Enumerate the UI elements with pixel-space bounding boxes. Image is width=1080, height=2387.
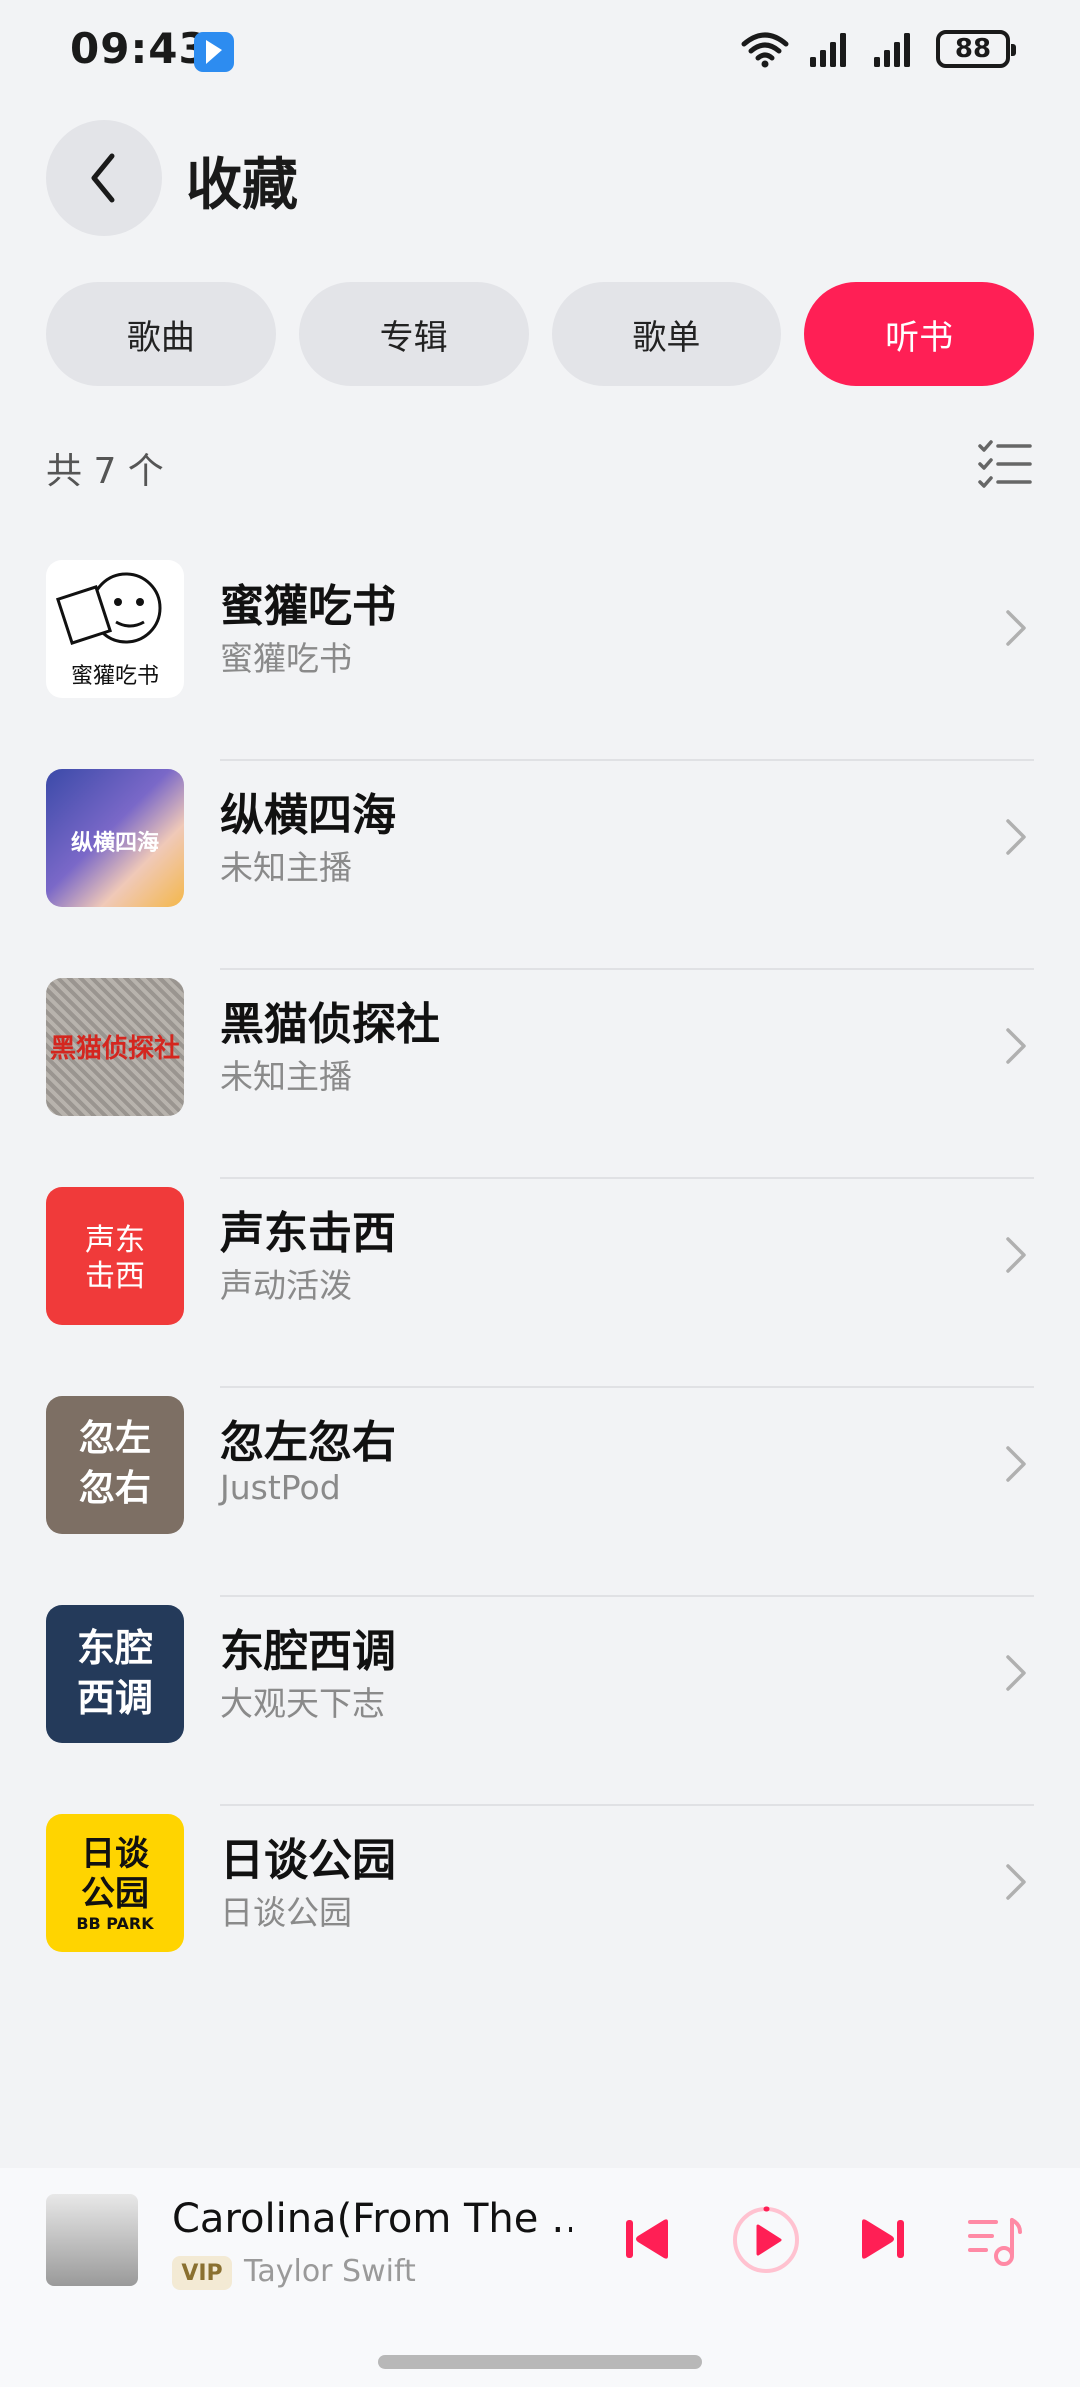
item-author: JustPod xyxy=(220,1468,341,1507)
cover-label: 蜜獾吃书 xyxy=(70,664,159,689)
signal-icon-1 xyxy=(810,33,846,67)
cover-label: 忽左忽右 xyxy=(78,1418,151,1509)
battery-indicator: 88 xyxy=(936,30,1016,68)
status-time: 09:43 xyxy=(70,24,209,73)
checklist-icon xyxy=(978,440,1032,488)
now-playing-artist: Taylor Swift xyxy=(244,2254,416,2289)
back-button[interactable] xyxy=(46,120,162,236)
mini-player[interactable]: Carolina(From The … VIP Taylor Swift xyxy=(0,2168,1080,2387)
cover-image: 日谈公园 BB PARK xyxy=(46,1814,184,1952)
cover-label: 日谈公园 xyxy=(81,1834,149,1914)
item-title: 日谈公园 xyxy=(220,1835,396,1886)
now-playing-title[interactable]: Carolina(From The … xyxy=(172,2196,572,2242)
app-notification-icon xyxy=(194,32,234,72)
audiobook-list: 蜜獾吃书 蜜獾吃书 蜜獾吃书 纵横四海 纵横四海 未知主播 黑猫侦探社 黑猫侦探… xyxy=(0,552,1080,2015)
play-button-icon[interactable] xyxy=(730,2202,802,2276)
list-item[interactable]: 日谈公园 BB PARK 日谈公园 日谈公园 xyxy=(0,1806,1080,2015)
wifi-icon xyxy=(741,32,789,68)
list-item[interactable]: 忽左忽右 忽左忽右 JustPod xyxy=(0,1388,1080,1597)
cover-image: 纵横四海 xyxy=(46,769,184,907)
list-item[interactable]: 纵横四海 纵横四海 未知主播 xyxy=(0,761,1080,970)
badger-illustration xyxy=(55,572,162,645)
item-title: 黑猫侦探社 xyxy=(220,999,440,1050)
page-title: 收藏 xyxy=(186,153,298,218)
item-count: 共 7 个 xyxy=(46,451,164,492)
tab-audiobooks[interactable]: 听书 xyxy=(804,282,1034,386)
cover-image: 声东击西 xyxy=(46,1187,184,1325)
item-author: 未知主播 xyxy=(220,848,352,887)
tab-albums[interactable]: 专辑 xyxy=(298,282,529,386)
cover-label: 声东击西 xyxy=(85,1223,145,1294)
category-tabs: 歌曲 专辑 歌单 听书 xyxy=(46,282,1034,386)
next-track-icon[interactable] xyxy=(856,2216,908,2262)
chevron-right-icon xyxy=(1006,1655,1026,1691)
tab-playlists[interactable]: 歌单 xyxy=(551,282,782,386)
chevron-right-icon xyxy=(1006,819,1026,855)
item-author: 蜜獾吃书 xyxy=(220,639,352,678)
item-author: 大观天下志 xyxy=(220,1684,385,1723)
battery-level: 88 xyxy=(954,34,992,64)
chevron-right-icon xyxy=(1006,610,1026,646)
item-title: 纵横四海 xyxy=(220,790,396,841)
cover-image: 蜜獾吃书 xyxy=(46,560,184,698)
signal-icon-2 xyxy=(874,33,910,67)
vip-badge: VIP xyxy=(172,2256,232,2290)
list-item[interactable]: 蜜獾吃书 蜜獾吃书 蜜獾吃书 xyxy=(0,552,1080,761)
tab-songs[interactable]: 歌曲 xyxy=(46,282,276,386)
chevron-right-icon xyxy=(1006,1237,1026,1273)
list-item[interactable]: 声东击西 声东击西 声动活泼 xyxy=(0,1179,1080,1388)
item-title: 声东击西 xyxy=(220,1208,396,1259)
item-title: 蜜獾吃书 xyxy=(220,581,396,632)
chevron-right-icon xyxy=(1006,1864,1026,1900)
cover-label: 东腔西调 xyxy=(76,1626,153,1720)
multi-select-button[interactable] xyxy=(978,440,1032,494)
chevron-right-icon xyxy=(1006,1446,1026,1482)
item-title: 忽左忽右 xyxy=(220,1417,396,1468)
item-author: 日谈公园 xyxy=(220,1893,352,1932)
home-indicator[interactable] xyxy=(378,2355,702,2369)
cover-label: 黑猫侦探社 xyxy=(49,1034,180,1064)
item-title: 东腔西调 xyxy=(220,1626,396,1677)
now-playing-cover[interactable] xyxy=(46,2194,138,2286)
item-author: 声动活泼 xyxy=(220,1266,352,1305)
status-bar: 09:43 88 xyxy=(0,0,1080,104)
chevron-right-icon xyxy=(1006,1028,1026,1064)
list-item[interactable]: 黑猫侦探社 黑猫侦探社 未知主播 xyxy=(0,970,1080,1179)
previous-track-icon[interactable] xyxy=(622,2216,674,2262)
cover-image: 黑猫侦探社 xyxy=(46,978,184,1116)
cover-image: 东腔西调 xyxy=(46,1605,184,1743)
cover-label: 纵横四海 xyxy=(70,831,159,856)
status-icons: 88 xyxy=(740,30,1016,68)
cover-image: 忽左忽右 xyxy=(46,1396,184,1534)
item-author: 未知主播 xyxy=(220,1057,352,1096)
playlist-queue-icon[interactable] xyxy=(966,2214,1024,2268)
cover-sublabel: BB PARK xyxy=(76,1914,154,1933)
list-item[interactable]: 东腔西调 东腔西调 大观天下志 xyxy=(0,1597,1080,1806)
chevron-left-icon xyxy=(91,153,115,203)
